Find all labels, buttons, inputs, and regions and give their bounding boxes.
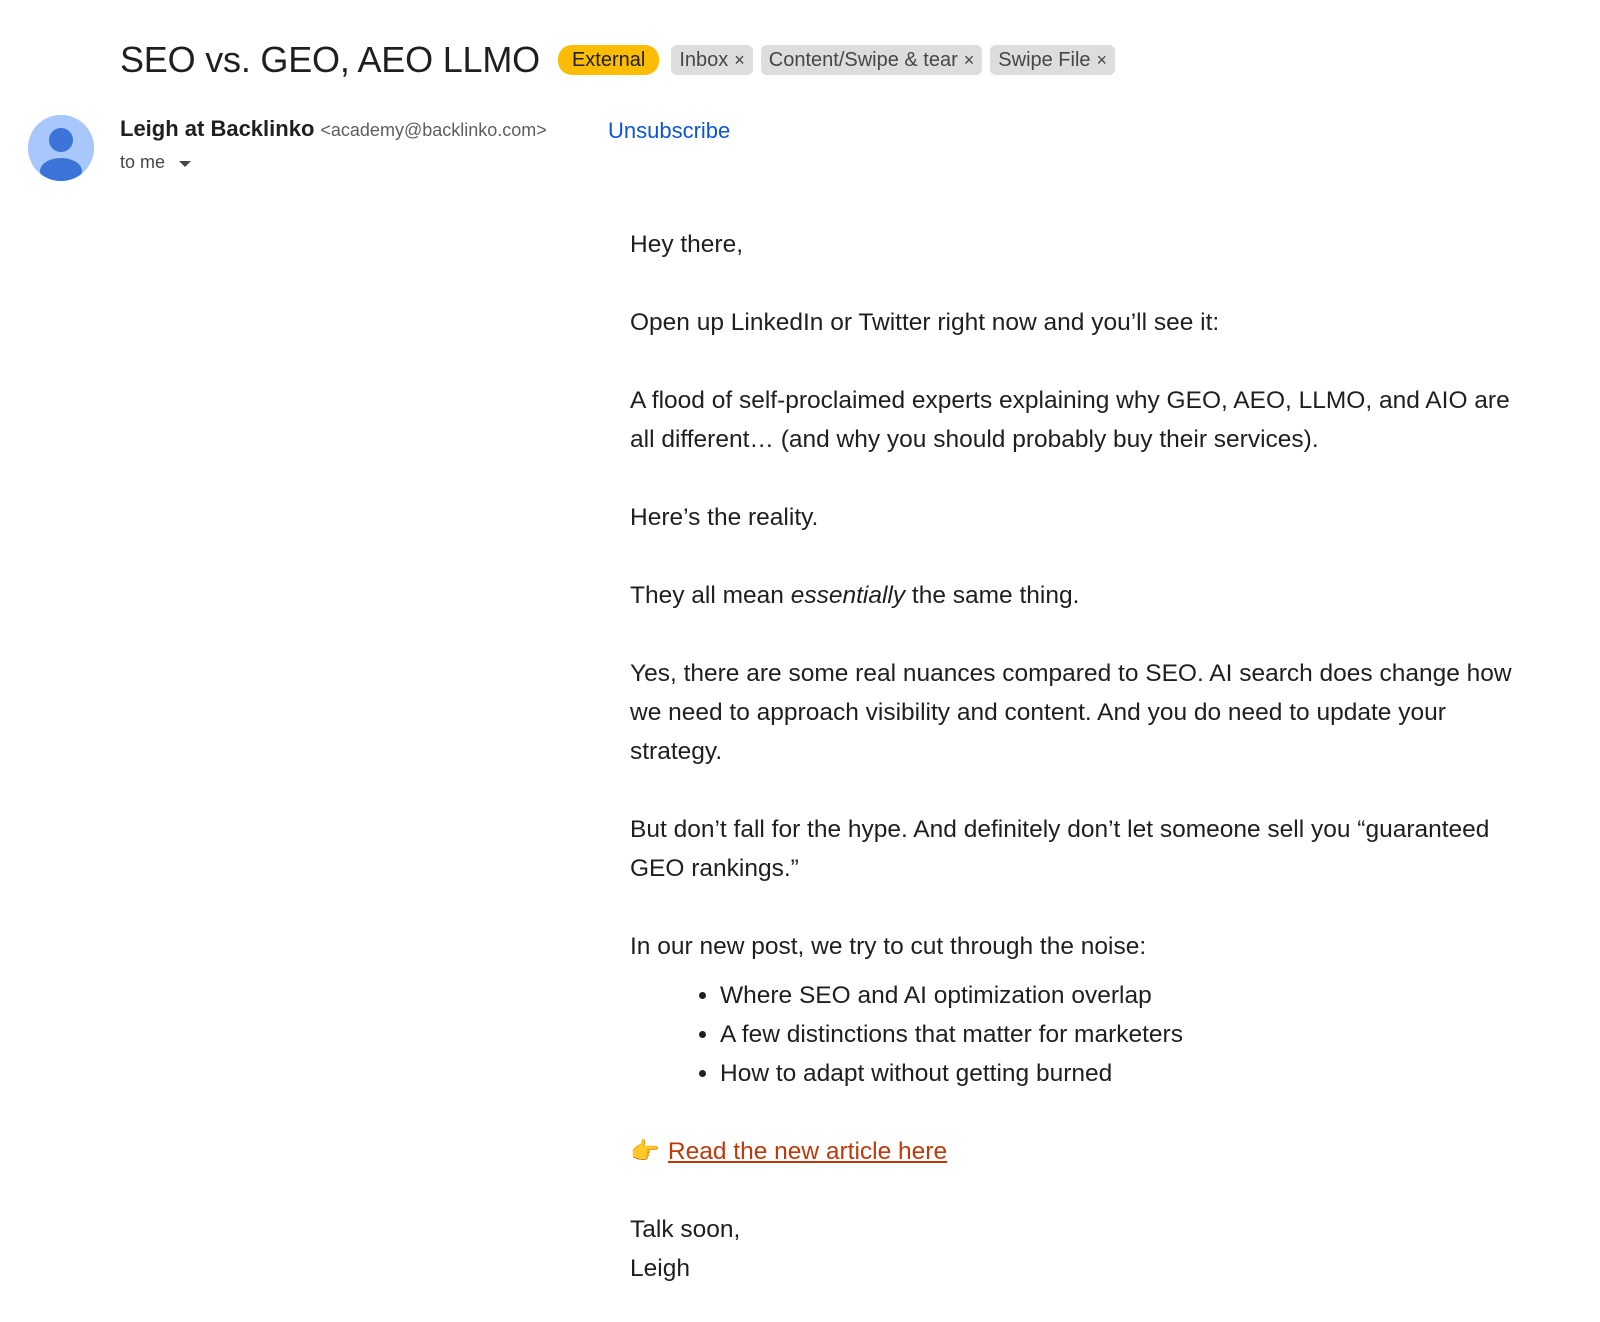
label-chip-text: Content/Swipe & tear [768, 49, 958, 71]
pointing-hand-icon: 👉 [630, 1138, 660, 1165]
remove-label-icon[interactable]: × [1097, 51, 1108, 69]
list-item: Where SEO and AI optimization overlap [720, 976, 1530, 1015]
label-chip-text: Inbox [679, 49, 729, 71]
label-chip-text: Swipe File [998, 49, 1091, 71]
signoff: Talk soon, Leigh [630, 1210, 1530, 1288]
body-paragraph: Here’s the reality. [630, 504, 819, 531]
read-article-link[interactable]: Read the new article here [668, 1132, 947, 1171]
remove-label-icon[interactable]: × [964, 51, 975, 69]
bullet-list: Where SEO and AI optimization overlap A … [630, 976, 1530, 1093]
recipient-dropdown[interactable]: to me [120, 152, 192, 173]
label-chip-swipe-file[interactable]: Swipe File × [990, 45, 1116, 75]
chevron-down-icon [179, 160, 192, 167]
label-chip-content-swipe[interactable]: Content/Swipe & tear × [760, 45, 983, 75]
body-text: the same thing. [905, 582, 1080, 609]
recipient-label: to me [120, 152, 166, 172]
cta-row: 👉 Read the new article here [630, 1132, 1530, 1171]
external-badge: External [557, 45, 660, 75]
person-avatar-icon[interactable] [28, 115, 94, 181]
email-body: Hey there, Open up LinkedIn or Twitter r… [630, 225, 1530, 1288]
signoff-text: Talk soon, [630, 1216, 741, 1243]
body-paragraph: They all mean essentially the same thing… [630, 576, 1530, 615]
body-paragraph: A flood of self-proclaimed experts expla… [630, 387, 1510, 453]
body-paragraph: But don’t fall for the hype. And definit… [630, 816, 1490, 882]
sender-line: Leigh at Backlinko <academy@backlinko.co… [120, 116, 547, 142]
label-chip-inbox[interactable]: Inbox × [671, 45, 753, 75]
sender-email: <academy@backlinko.com> [320, 120, 547, 140]
body-paragraph: Open up LinkedIn or Twitter right now an… [630, 309, 1220, 336]
signature: Leigh [630, 1255, 690, 1282]
email-subject: SEO vs. GEO, AEO LLMO [120, 39, 540, 80]
list-item: How to adapt without getting burned [720, 1054, 1530, 1093]
body-text: They all mean [630, 582, 791, 609]
remove-label-icon[interactable]: × [734, 51, 745, 69]
body-paragraph: Yes, there are some real nuances compare… [630, 660, 1512, 765]
sender-name[interactable]: Leigh at Backlinko [120, 116, 314, 142]
email-view: SEO vs. GEO, AEO LLMO External Inbox × C… [0, 0, 1600, 1322]
unsubscribe-link[interactable]: Unsubscribe [608, 118, 730, 144]
emphasis-text: essentially [790, 582, 906, 609]
subject-row: SEO vs. GEO, AEO LLMO External Inbox × C… [120, 38, 1116, 82]
body-greeting: Hey there, [630, 231, 744, 258]
list-item: A few distinctions that matter for marke… [720, 1015, 1530, 1054]
body-paragraph: In our new post, we try to cut through t… [630, 933, 1147, 960]
